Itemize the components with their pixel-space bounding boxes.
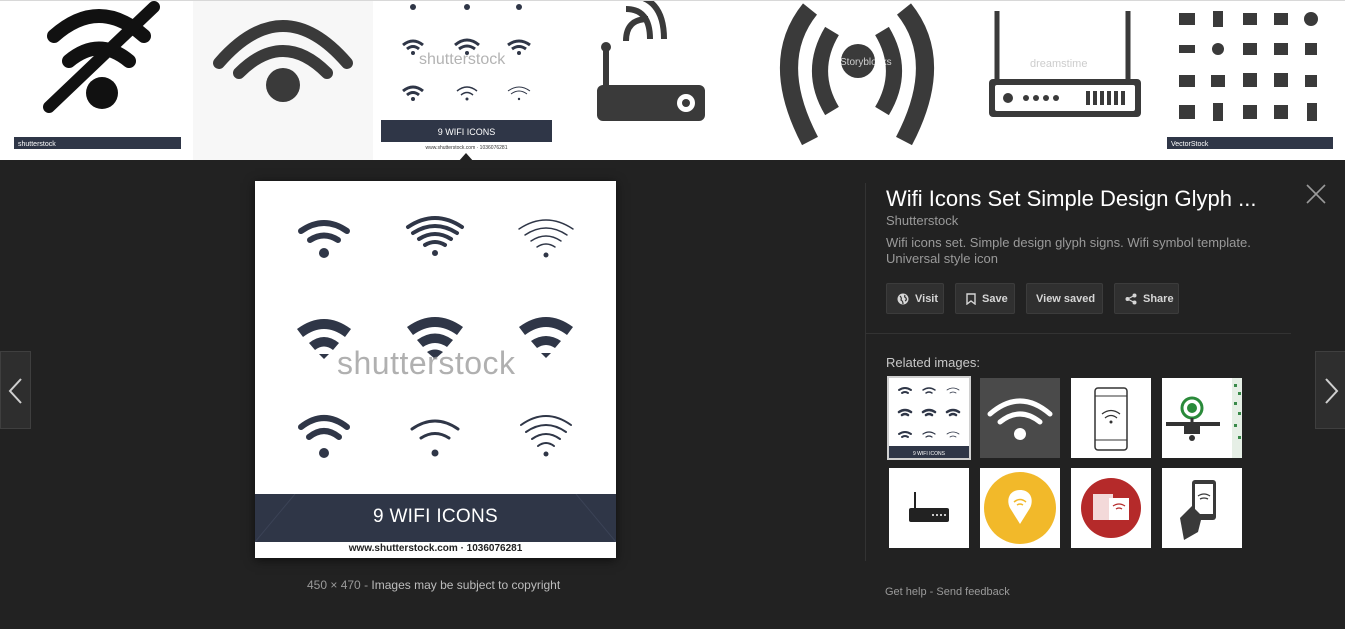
image-watermark: shutterstock bbox=[337, 345, 516, 381]
related-images-heading: Related images: bbox=[886, 355, 980, 370]
thumbnail-device-icons[interactable]: VectorStock bbox=[1167, 1, 1333, 161]
thumbnail-router-box[interactable]: dreamstime bbox=[974, 1, 1154, 161]
related-image-location-wifi[interactable] bbox=[980, 468, 1060, 548]
thumbnail-strip: shutterstock shutterstock 9 WIFI ICONS w… bbox=[0, 0, 1345, 162]
related-image-wifi-icons-set[interactable]: 9 WIFI ICONS bbox=[887, 376, 971, 460]
thumbnail-wifi-signal[interactable] bbox=[193, 1, 373, 161]
chevron-right-icon bbox=[1325, 378, 1339, 404]
main-preview-image[interactable]: shutterstock 9 WIFI ICONS www.shuttersto… bbox=[255, 181, 616, 558]
close-icon bbox=[1306, 184, 1326, 204]
image-source[interactable]: Shutterstock bbox=[886, 213, 958, 228]
share-button[interactable]: Share bbox=[1114, 283, 1179, 314]
related-image-wifi-devices[interactable] bbox=[1071, 468, 1151, 548]
related-image-hand-phone[interactable] bbox=[1162, 468, 1242, 548]
view-saved-button[interactable]: View saved bbox=[1026, 283, 1103, 314]
footer-separator: - bbox=[929, 586, 934, 598]
image-dimensions: 450 × 470 bbox=[307, 578, 361, 592]
view-saved-label: View saved bbox=[1036, 292, 1096, 305]
thumb-watermark: dreamstime bbox=[1030, 58, 1087, 70]
image-description: Wifi icons set. Simple design glyph sign… bbox=[886, 235, 1251, 266]
previous-image-button[interactable] bbox=[0, 351, 31, 429]
visit-button[interactable]: Visit bbox=[886, 283, 944, 314]
thumb-banner: 9 WIFI ICONS bbox=[438, 127, 496, 137]
thumb-watermark: Storyblocks bbox=[840, 57, 892, 68]
image-footer-text: www.shutterstock.com · 1036076281 bbox=[348, 543, 523, 554]
thumb-brand: shutterstock bbox=[18, 141, 56, 148]
close-button[interactable] bbox=[1305, 183, 1327, 205]
related-image-router[interactable] bbox=[889, 468, 969, 548]
thumbnail-wifi-icons-set[interactable]: shutterstock 9 WIFI ICONS www.shuttersto… bbox=[381, 1, 552, 161]
next-image-button[interactable] bbox=[1315, 351, 1345, 429]
image-banner-text: 9 WIFI ICONS bbox=[373, 506, 498, 527]
image-banner: 9 WIFI ICONS bbox=[255, 494, 616, 542]
related-banner: 9 WIFI ICONS bbox=[913, 451, 946, 457]
panel-divider bbox=[865, 183, 866, 561]
chevron-left-icon bbox=[8, 378, 22, 404]
share-icon bbox=[1125, 293, 1137, 304]
thumbnail-router[interactable] bbox=[560, 1, 740, 161]
save-label: Save bbox=[982, 292, 1008, 305]
globe-icon bbox=[897, 293, 909, 304]
wifi-icons-grid bbox=[297, 216, 574, 458]
bookmark-icon bbox=[966, 292, 976, 305]
related-image-wifi-dark[interactable] bbox=[980, 378, 1060, 458]
thumb-brand: VectorStock bbox=[1171, 141, 1209, 148]
panel-footer: Get help - Send feedback bbox=[885, 586, 1010, 598]
related-image-drone-signal[interactable] bbox=[1162, 378, 1242, 458]
info-separator bbox=[866, 333, 1291, 334]
related-image-tablet-wifi[interactable] bbox=[1071, 378, 1151, 458]
visit-label: Visit bbox=[915, 292, 939, 305]
save-button[interactable]: Save bbox=[955, 283, 1015, 314]
send-feedback-link[interactable]: Send feedback bbox=[936, 586, 1009, 598]
image-meta: 450 × 470 - Images may be subject to cop… bbox=[307, 578, 560, 592]
thumbnail-wifi-off[interactable]: shutterstock bbox=[14, 1, 181, 161]
image-title[interactable]: Wifi Icons Set Simple Design Glyph ... bbox=[886, 186, 1276, 212]
copyright-notice: Images may be subject to copyright bbox=[371, 578, 561, 592]
thumb-footer: www.shutterstock.com · 1036076281 bbox=[426, 145, 508, 151]
thumbnail-broadcast[interactable]: Storyblocks bbox=[748, 1, 966, 161]
share-label: Share bbox=[1143, 292, 1174, 305]
meta-separator: - bbox=[364, 578, 369, 592]
get-help-link[interactable]: Get help bbox=[885, 586, 927, 598]
thumb-watermark: shutterstock bbox=[419, 51, 506, 68]
